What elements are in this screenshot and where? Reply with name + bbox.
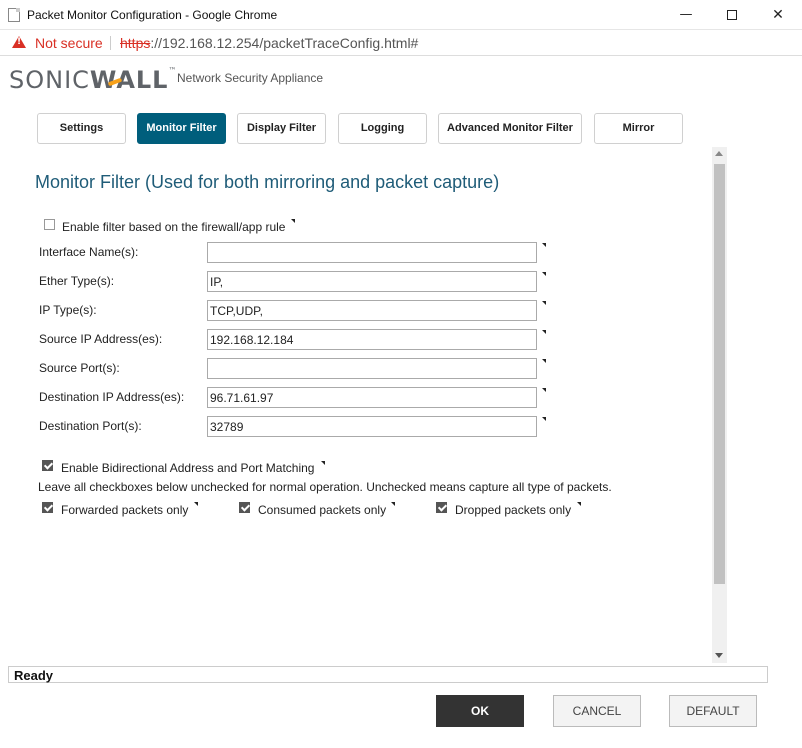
minimize-button[interactable]: — <box>663 3 709 27</box>
vertical-scrollbar[interactable] <box>712 147 727 663</box>
default-button[interactable]: DEFAULT <box>669 695 757 727</box>
source-port-label: Source Port(s): <box>39 361 120 375</box>
address-bar[interactable]: Not secure https://192.168.12.254/packet… <box>0 30 802 56</box>
tab-display-filter[interactable]: Display Filter <box>237 113 326 144</box>
help-marker-icon[interactable] <box>194 502 198 506</box>
window-title-bar: Packet Monitor Configuration - Google Ch… <box>0 0 802 30</box>
source-ip-label: Source IP Address(es): <box>39 332 163 346</box>
cancel-button[interactable]: CANCEL <box>553 695 641 727</box>
help-marker-icon[interactable] <box>577 502 581 506</box>
source-ip-input[interactable] <box>207 329 537 350</box>
forwarded-packets-label: Forwarded packets only <box>61 503 189 517</box>
section-title: Monitor Filter (Used for both mirroring … <box>35 172 500 192</box>
consumed-packets-checkbox[interactable] <box>239 502 250 513</box>
maximize-icon <box>727 9 737 20</box>
interface-name-input[interactable] <box>207 242 537 263</box>
bidirectional-checkbox[interactable] <box>42 460 53 471</box>
scroll-thumb[interactable] <box>714 164 725 584</box>
ip-type-label: IP Type(s): <box>39 303 97 317</box>
tab-monitor-filter[interactable]: Monitor Filter <box>137 113 226 144</box>
tab-settings[interactable]: Settings <box>37 113 126 144</box>
header-subtitle: Network Security Appliance <box>177 71 324 85</box>
destination-ip-label: Destination IP Address(es): <box>39 390 185 404</box>
close-button[interactable]: ✕ <box>755 3 801 27</box>
destination-port-label: Destination Port(s): <box>39 419 142 433</box>
sonicwall-logo: SONICWALL™ <box>9 66 177 94</box>
maximize-button[interactable] <box>709 3 755 27</box>
window-title: Packet Monitor Configuration - Google Ch… <box>27 8 278 22</box>
ether-type-input[interactable] <box>207 271 537 292</box>
help-marker-icon[interactable] <box>542 272 546 276</box>
page-icon <box>8 8 20 22</box>
app-header: SONICWALL™ Network Security Appliance <box>0 56 802 106</box>
consumed-packets-label: Consumed packets only <box>258 503 387 517</box>
tab-advanced-monitor-filter[interactable]: Advanced Monitor Filter <box>438 113 582 144</box>
scroll-up-icon[interactable] <box>715 151 723 156</box>
destination-port-input[interactable] <box>207 416 537 437</box>
help-marker-icon[interactable] <box>542 417 546 421</box>
security-indicator[interactable]: Not secure <box>35 35 103 51</box>
logo-text-part1: SONIC <box>9 66 90 94</box>
dropped-packets-checkbox[interactable] <box>436 502 447 513</box>
help-marker-icon[interactable] <box>542 243 546 247</box>
url-protocol: https <box>120 35 151 51</box>
help-marker-icon[interactable] <box>321 461 325 465</box>
scroll-down-icon[interactable] <box>715 653 723 658</box>
help-marker-icon[interactable] <box>291 219 295 223</box>
warning-icon[interactable] <box>12 36 26 48</box>
enable-filter-checkbox[interactable] <box>44 219 55 230</box>
enable-filter-label: Enable filter based on the firewall/app … <box>62 220 286 234</box>
url-text[interactable]: https://192.168.12.254/packetTraceConfig… <box>120 35 418 51</box>
dropped-packets-label: Dropped packets only <box>455 503 572 517</box>
ether-type-label: Ether Type(s): <box>39 274 115 288</box>
help-marker-icon[interactable] <box>542 301 546 305</box>
capture-note: Leave all checkboxes below unchecked for… <box>38 480 612 494</box>
ip-type-input[interactable] <box>207 300 537 321</box>
status-text: Ready <box>14 668 54 683</box>
source-port-input[interactable] <box>207 358 537 379</box>
interface-name-label: Interface Name(s): <box>39 245 139 259</box>
ok-button[interactable]: OK <box>436 695 524 727</box>
help-marker-icon[interactable] <box>542 330 546 334</box>
bidirectional-label: Enable Bidirectional Address and Port Ma… <box>61 461 315 475</box>
help-marker-icon[interactable] <box>391 502 395 506</box>
help-marker-icon[interactable] <box>542 359 546 363</box>
tab-mirror[interactable]: Mirror <box>594 113 683 144</box>
forwarded-packets-checkbox[interactable] <box>42 502 53 513</box>
help-marker-icon[interactable] <box>542 388 546 392</box>
logo-text-part2: WALL <box>89 66 169 94</box>
address-divider <box>110 36 111 50</box>
tab-logging[interactable]: Logging <box>338 113 427 144</box>
destination-ip-input[interactable] <box>207 387 537 408</box>
url-path: ://192.168.12.254/packetTraceConfig.html… <box>150 35 419 51</box>
status-bar: Ready <box>8 666 768 683</box>
